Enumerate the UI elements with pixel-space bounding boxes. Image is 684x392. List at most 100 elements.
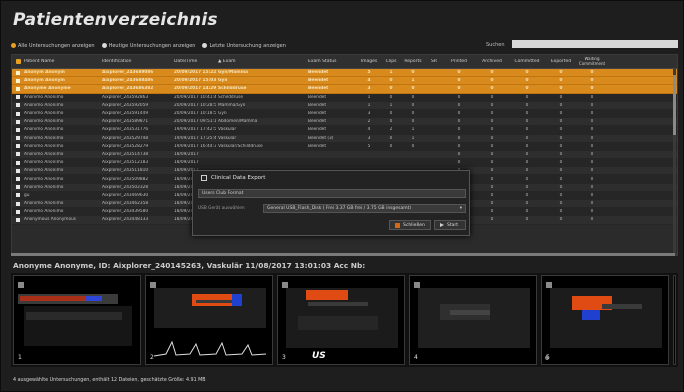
row-checkbox[interactable] [12,177,22,182]
table-cell: 20/09/2017 15:22:35 [174,70,216,76]
table-cell: 0 [490,151,494,157]
row-checkbox[interactable] [12,127,22,132]
row-checkbox[interactable] [12,70,22,75]
table-row[interactable]: Anonimo Anonimo Aixplorer_243529748 19/09/… [12,134,677,143]
usb-device-select[interactable]: General USB_Flash_Disk ( Frei 3.37 GB fr… [263,204,466,213]
table-cell: 0 [411,94,415,100]
table-row[interactable]: Anonimo Anonimo Aixplorer_243592863 20/09/… [12,93,677,102]
vertical-scroll-thumb[interactable] [673,75,676,135]
row-checkbox[interactable] [12,217,22,222]
table-cell: 0 [490,135,494,141]
table-cell: Vaskulär/Schilddrüse [218,143,263,149]
image-thumbnail[interactable]: 4 [409,275,537,365]
close-button[interactable]: Schließen [389,220,431,230]
table-cell: 0 [389,86,393,92]
export-format-select[interactable]: Users Club Format [198,189,466,198]
column-header[interactable]: Archived [474,59,508,64]
row-checkbox[interactable] [12,103,22,108]
image-thumbnail[interactable]: 1 [13,275,141,365]
column-header[interactable]: Patient Name [22,59,100,64]
row-checkbox[interactable] [12,111,22,116]
checkbox-icon [16,136,20,141]
table-cell: Beendet [308,127,327,133]
row-checkbox[interactable] [12,160,22,165]
row-checkbox[interactable] [12,168,22,173]
image-thumbnail[interactable]: 5 [541,275,669,365]
column-header[interactable]: Waiting Commitment [576,57,606,66]
column-header[interactable]: Exported [544,59,576,64]
table-row[interactable]: Anonimo Anonimo Aixplorer_243528279 19/09/… [12,142,677,151]
table-cell: 0 [457,143,461,149]
table-row[interactable]: Anonym Anonym Aixplorer_243688486 20/09/20… [12,77,677,86]
table-row[interactable]: Anonimo Anonimo Aixplorer_243589871 20/09/… [12,118,677,127]
table-row[interactable]: Anonimo Anonimo Aixplorer_243592059 20/09/… [12,101,677,110]
lock-icon [15,59,21,64]
column-header[interactable]: Printed [442,59,474,64]
table-cell: Aixplorer_243529748 [102,135,149,141]
table-cell: Anonimo Anonimo [24,143,64,149]
row-checkbox[interactable] [12,144,22,149]
column-header[interactable]: Identification [100,59,172,64]
row-checkbox[interactable] [12,95,22,100]
column-header[interactable]: SR [424,59,442,64]
table-cell: Beendet [308,70,329,76]
column-header[interactable]: Committed [508,59,544,64]
thumbnail-number: 1 [18,354,22,361]
table-row[interactable]: Anonyme Anonyme Aixplorer_243686382 20/09/… [12,85,677,94]
radio-icon[interactable] [101,43,107,48]
table-cell: 0 [389,143,393,149]
row-checkbox[interactable] [12,193,22,198]
table-cell: 0 [559,184,563,190]
column-header[interactable]: Date/Time [172,59,216,64]
column-header[interactable]: Images [356,59,380,64]
radio-icon[interactable] [202,43,208,48]
image-thumbnail[interactable]: US 3 [277,275,405,365]
row-checkbox[interactable] [12,152,22,157]
row-checkbox[interactable] [12,86,22,91]
row-checkbox[interactable] [12,119,22,124]
table-cell: 0 [525,78,529,84]
table-cell: 0 [559,94,563,100]
image-thumbnail[interactable] [673,275,676,365]
row-checkbox[interactable] [12,185,22,190]
checkbox-icon [16,95,20,100]
column-header[interactable]: Clips [380,59,400,64]
row-checkbox[interactable] [12,136,22,141]
table-cell: 0 [389,94,393,100]
table-cell: 0 [389,78,393,84]
filter-today-exams[interactable]: Heutige Untersuchungen anzeigen [101,43,195,49]
play-icon [440,223,444,227]
row-checkbox[interactable] [12,78,22,83]
row-checkbox[interactable] [12,201,22,206]
radio-icon[interactable] [11,43,16,48]
page-title: Patientenverzeichnis [13,10,218,30]
image-thumbnail[interactable]: 2 [145,275,273,365]
table-cell: 20/09/2017 15:03:06 [174,78,216,84]
row-checkbox[interactable] [12,209,22,214]
table-cell: 5 [367,70,371,76]
search-label: Suchen [486,42,505,48]
lock-column-header[interactable] [12,59,22,64]
table-cell: 0 [559,176,563,182]
table-row[interactable]: Anonimo Anonimo Aixplorer_243514738 18/09/… [12,150,677,160]
table-cell: Aixplorer_243509882 [102,176,149,182]
horizontal-scroll-thumb[interactable] [11,253,675,256]
table-row[interactable]: Anonimo Anonimo Aixplorer_243512183 18/09/… [12,159,677,168]
table-cell: 0 [411,102,415,108]
table-cell: Beendet [308,86,329,92]
column-header[interactable]: ▲ Exam [216,59,306,64]
table-cell: 0 [525,151,529,157]
table-row[interactable]: Anonimo Anonimo Aixplorer_243591449 20/09/… [12,109,677,119]
search-input[interactable] [512,40,678,48]
column-header[interactable]: Reports [400,59,424,64]
column-header[interactable]: Exam Status [306,59,356,64]
export-icon [201,175,207,181]
table-cell: 0 [559,192,563,198]
table-row[interactable]: Anonym Anonym Aixplorer_243689086 20/09/20… [12,69,677,78]
table-cell: Anonym Anonym [24,78,65,84]
filter-last-exam[interactable]: Letzte Untersuchung anzeigen [202,43,286,49]
table-cell: 0 [559,111,563,117]
table-row[interactable]: Anonimo Anonimo Aixplorer_243531776 19/09/… [12,126,677,135]
filter-all-exams[interactable]: Alle Untersuchungen anzeigen [11,43,95,49]
start-button[interactable]: Start [434,220,466,230]
